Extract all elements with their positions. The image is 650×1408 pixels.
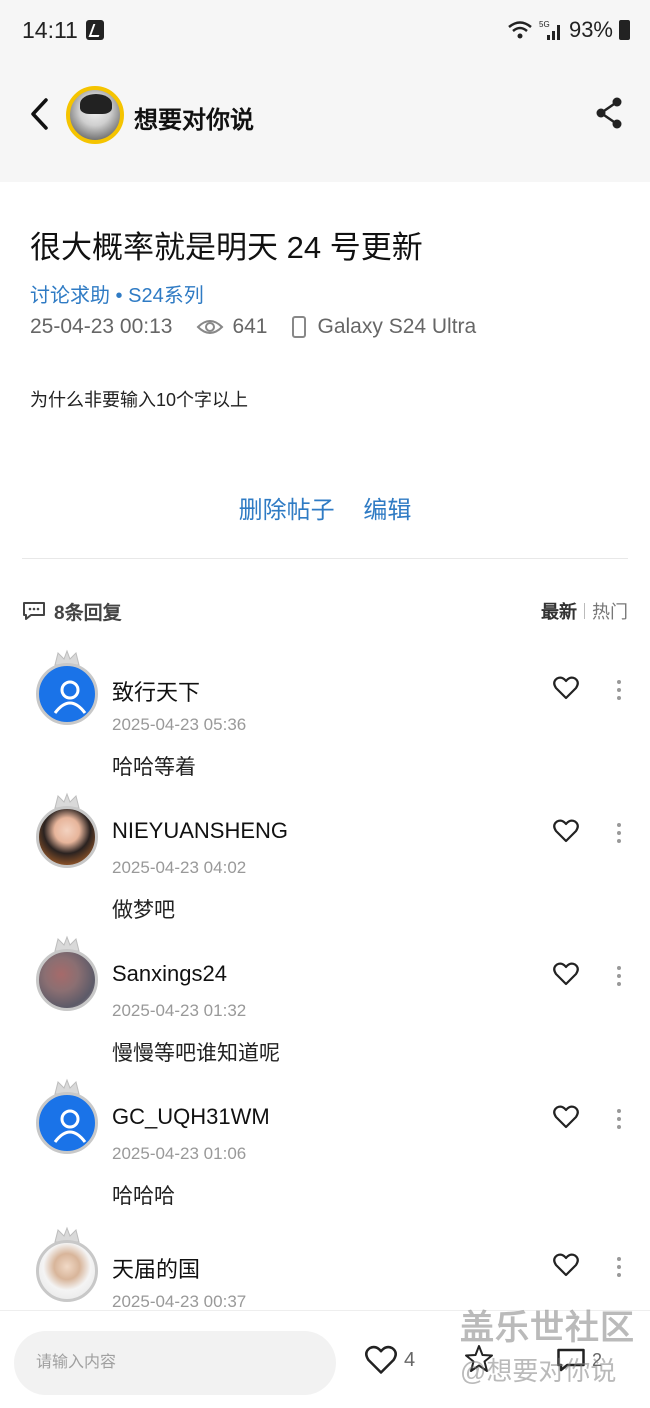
reply-time: 2025-04-23 01:32 [112, 1001, 247, 1020]
battery-icon [619, 20, 630, 40]
reply-item: NIEYUANSHENG 2025-04-23 04:02 做梦吧 [0, 790, 650, 933]
avatar[interactable] [36, 806, 98, 868]
more-options-icon[interactable] [612, 1255, 626, 1279]
reply-count: 8条回复 [54, 602, 122, 624]
like-count: 4 [404, 1348, 416, 1371]
reply-time: 2025-04-23 04:02 [112, 858, 247, 877]
post-header: 想要对你说 [0, 62, 650, 182]
delete-post-button[interactable]: 删除帖子 [239, 497, 335, 524]
share-icon[interactable] [594, 96, 624, 130]
post-meta: 25-04-23 00:13 641 Galaxy S24 Ultra [30, 312, 476, 342]
avatar[interactable] [36, 1092, 98, 1154]
heart-icon[interactable] [553, 962, 579, 986]
watermark-title: 盖乐世社区 [460, 1309, 635, 1347]
heart-icon[interactable] [553, 1253, 579, 1277]
eye-icon [197, 320, 224, 334]
comment-icon [23, 602, 45, 620]
reply-text: 哈哈等着 [112, 756, 196, 779]
battery-percentage: 93% [568, 17, 613, 42]
reply-author[interactable]: NIEYUANSHENG [112, 818, 288, 844]
sort-hot-tab[interactable]: 热门 [592, 598, 628, 624]
status-bar: 14:11 5G 93% [0, 0, 650, 62]
reply-author[interactable]: GC_UQH31WM [112, 1104, 270, 1130]
reply-item: Sanxings24 2025-04-23 01:32 慢慢等吧谁知道呢 [0, 933, 650, 1076]
divider [22, 558, 628, 559]
avatar[interactable] [36, 663, 98, 725]
reply-author[interactable]: 致行天下 [112, 675, 200, 707]
post-category-link[interactable]: 讨论求助 • S24系列 [30, 279, 204, 308]
heart-icon [365, 1345, 397, 1374]
reply-item: 致行天下 2025-04-23 05:36 哈哈等着 [0, 647, 650, 790]
status-indicators: 5G 93% [507, 16, 630, 44]
sort-tabs: 最新 热门 [541, 598, 628, 624]
phone-icon [291, 316, 306, 338]
reply-author[interactable]: Sanxings24 [112, 961, 227, 987]
signal-icon: 5G [539, 20, 560, 40]
heart-icon[interactable] [553, 1105, 579, 1129]
post-actions: 删除帖子 编辑 [0, 490, 650, 525]
reply-author[interactable]: 天届的国 [112, 1252, 200, 1284]
svg-text:5G: 5G [539, 20, 550, 29]
post-views: 641 [232, 315, 268, 338]
back-button[interactable] [24, 92, 60, 136]
sort-latest-tab[interactable]: 最新 [541, 598, 577, 624]
author-name[interactable]: 想要对你说 [134, 100, 254, 135]
edit-post-button[interactable]: 编辑 [363, 497, 411, 524]
more-options-icon[interactable] [612, 678, 626, 702]
more-options-icon[interactable] [612, 1107, 626, 1131]
status-time: 14:11 [22, 17, 78, 43]
reply-text: 做梦吧 [112, 899, 175, 922]
reply-text: 哈哈哈 [112, 1185, 175, 1208]
watermark: 盖乐世社区 @想要对你说 [460, 1300, 645, 1388]
media-notification-icon [86, 20, 104, 40]
reply-item: GC_UQH31WM 2025-04-23 01:06 哈哈哈 [0, 1076, 650, 1219]
replies-header: 8条回复 [22, 596, 122, 626]
wifi-icon [508, 21, 532, 39]
avatar[interactable] [36, 949, 98, 1011]
post-device: Galaxy S24 Ultra [317, 315, 477, 338]
heart-icon[interactable] [553, 819, 579, 843]
reply-time: 2025-04-23 01:06 [112, 1144, 247, 1163]
reply-time: 2025-04-23 00:37 [112, 1292, 247, 1311]
more-options-icon[interactable] [612, 964, 626, 988]
reply-text: 慢慢等吧谁知道呢 [112, 1042, 280, 1065]
post-body: 为什么非要输入10个字以上 [30, 390, 249, 410]
author-avatar[interactable] [66, 86, 124, 144]
heart-icon[interactable] [553, 676, 579, 700]
avatar[interactable] [36, 1240, 98, 1302]
more-options-icon[interactable] [612, 821, 626, 845]
post-date: 25-04-23 00:13 [30, 315, 173, 338]
post-like-button[interactable]: 4 [364, 1345, 415, 1375]
post-title: 很大概率就是明天 24 号更新 [30, 230, 423, 265]
reply-input[interactable] [14, 1331, 336, 1395]
watermark-sub: @想要对你说 [460, 1356, 617, 1386]
reply-time: 2025-04-23 05:36 [112, 715, 247, 734]
